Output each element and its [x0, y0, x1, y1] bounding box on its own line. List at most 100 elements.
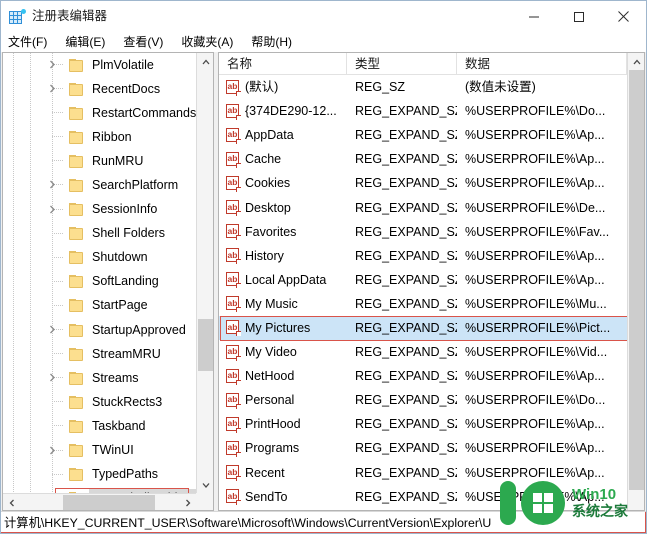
table-row[interactable]: SendTo REG_EXPAND_SZ %USERPROFILE%\Ap... [219, 485, 627, 509]
folder-icon [69, 58, 83, 72]
column-header-data[interactable]: 数据 [457, 53, 627, 74]
menu-file[interactable]: 文件(F) [8, 32, 56, 52]
table-row[interactable]: Start MenuREG_EXPAND_SZ%USERPROFILE%\Ap.… [219, 509, 627, 510]
window-controls [511, 1, 646, 32]
string-value-icon [226, 465, 241, 482]
value-type: REG_EXPAND_SZ [355, 152, 457, 167]
tree-item-recentdocs[interactable]: RecentDocs [3, 77, 197, 101]
tree-item-sessioninfo[interactable]: SessionInfo [3, 198, 197, 222]
value-data: %USERPROFILE%\Ap... [465, 248, 605, 263]
tree-horizontal-scrollbar[interactable] [3, 493, 196, 510]
value-name: My Video [245, 345, 297, 360]
value-data: %USERPROFILE%\Vid... [465, 345, 608, 360]
chevron-right-icon[interactable] [46, 323, 59, 336]
column-header-name[interactable]: 名称 [219, 53, 347, 74]
table-row[interactable]: {374DE290-12... REG_EXPAND_SZ %USERPROFILE… [219, 99, 627, 123]
value-name: NetHood [245, 369, 295, 384]
table-row[interactable]: Local AppData REG_EXPAND_SZ %USERPROFILE%\… [219, 268, 627, 292]
tree-item-startupapproved[interactable]: StartupApproved [3, 318, 197, 342]
chevron-right-icon[interactable] [46, 371, 59, 384]
table-row[interactable]: (默认) REG_SZ (数值未设置) [219, 75, 627, 99]
client-area: PlmVolatile RecentDocs RestartCommands Ribb… [1, 52, 646, 511]
tree-item-streammru[interactable]: StreamMRU [3, 342, 197, 366]
tree-vertical-scrollbar[interactable] [196, 53, 213, 493]
chevron-up-icon[interactable] [197, 53, 213, 70]
table-row[interactable]: Desktop REG_EXPAND_SZ %USERPROFILE%\De... [219, 195, 627, 219]
tree-item-label: Shell Folders [92, 226, 165, 241]
registry-path: 计算机\HKEY_CURRENT_USER\Software\Microsoft… [4, 515, 492, 530]
table-row[interactable]: AppData REG_EXPAND_SZ %USERPROFILE%\Ap... [219, 123, 627, 147]
tree-item-runmru[interactable]: RunMRU [3, 149, 197, 173]
menu-view[interactable]: 查看(V) [123, 32, 172, 52]
value-name: (默认) [245, 80, 279, 95]
tree-scroll-thumb[interactable] [198, 319, 213, 372]
string-value-icon [226, 200, 241, 217]
chevron-up-icon[interactable] [628, 53, 644, 70]
registry-values-pane: 名称 类型 数据 (默认) REG_SZ (数值未设置) {374DE290-12..… [218, 52, 645, 511]
table-row[interactable]: My Music REG_EXPAND_SZ %USERPROFILE%\Mu... [219, 292, 627, 316]
values-column-header: 名称 类型 数据 [219, 53, 644, 75]
tree-item-stuckrects3[interactable]: StuckRects3 [3, 390, 197, 414]
close-icon[interactable] [601, 1, 646, 32]
tree-item-shutdown[interactable]: Shutdown [3, 246, 197, 270]
table-row[interactable]: Cache REG_EXPAND_SZ %USERPROFILE%\Ap... [219, 147, 627, 171]
table-row[interactable]: My Video REG_EXPAND_SZ %USERPROFILE%\Vid..… [219, 340, 627, 364]
folder-icon [69, 227, 83, 241]
folder-icon [69, 82, 83, 96]
value-data: %USERPROFILE%\Ap... [465, 272, 605, 287]
value-name: PrintHood [245, 417, 301, 432]
string-value-icon [226, 392, 241, 409]
chevron-right-icon[interactable] [46, 203, 59, 216]
registry-tree-viewport[interactable]: PlmVolatile RecentDocs RestartCommands Ribb… [3, 53, 197, 495]
menu-favorites[interactable]: 收藏夹(A) [181, 32, 242, 52]
maximize-icon[interactable] [556, 1, 601, 32]
tree-item-ribbon[interactable]: Ribbon [3, 125, 197, 149]
column-header-type[interactable]: 类型 [347, 53, 457, 74]
table-row[interactable]: Cookies REG_EXPAND_SZ %USERPROFILE%\Ap... [219, 171, 627, 195]
table-row[interactable]: PrintHood REG_EXPAND_SZ %USERPROFILE%\Ap..… [219, 412, 627, 436]
chevron-right-icon[interactable] [46, 58, 59, 71]
tree-item-searchplatform[interactable]: SearchPlatform [3, 173, 197, 197]
table-row[interactable]: Personal REG_EXPAND_SZ %USERPROFILE%\Do... [219, 388, 627, 412]
tree-item-restartcommands[interactable]: RestartCommands [3, 101, 197, 125]
window-title: 注册表编辑器 [32, 9, 108, 23]
menu-edit[interactable]: 编辑(E) [65, 32, 114, 52]
menu-help[interactable]: 帮助(H) [251, 32, 301, 52]
chevron-right-icon[interactable] [46, 82, 59, 95]
value-data: %USERPROFILE%\Ap... [465, 441, 605, 456]
chevron-right-icon[interactable] [179, 494, 196, 510]
table-row[interactable]: My Pictures REG_EXPAND_SZ %USERPROFILE%\Pi… [219, 315, 627, 342]
tree-item-softlanding[interactable]: SoftLanding [3, 270, 197, 294]
menu-bar: 文件(F) 编辑(E) 查看(V) 收藏夹(A) 帮助(H) [1, 32, 646, 52]
value-type: REG_EXPAND_SZ [355, 369, 457, 384]
values-vertical-scrollbar[interactable] [627, 53, 644, 510]
chevron-down-icon[interactable] [197, 476, 213, 493]
tree-item-typedpaths[interactable]: TypedPaths [3, 463, 197, 487]
values-list[interactable]: (默认) REG_SZ (数值未设置) {374DE290-12... REG_EXPA… [219, 75, 627, 510]
tree-item-startpage[interactable]: StartPage [3, 294, 197, 318]
chevron-right-icon[interactable] [46, 444, 59, 457]
table-row[interactable]: Programs REG_EXPAND_SZ %USERPROFILE%\Ap... [219, 436, 627, 460]
registry-tree-pane: PlmVolatile RecentDocs RestartCommands Ribb… [2, 52, 214, 511]
value-type: REG_EXPAND_SZ [355, 345, 457, 360]
chevron-left-icon[interactable] [3, 494, 20, 510]
tree-item-twinui[interactable]: TWinUI [3, 439, 197, 463]
values-scroll-thumb[interactable] [629, 70, 644, 490]
folder-icon [69, 323, 83, 337]
tree-hscroll-thumb[interactable] [62, 495, 155, 510]
table-row[interactable]: Recent REG_EXPAND_SZ %USERPROFILE%\Ap... [219, 461, 627, 485]
table-row[interactable]: NetHood REG_EXPAND_SZ %USERPROFILE%\Ap... [219, 364, 627, 388]
string-value-icon [226, 344, 241, 361]
value-type: REG_EXPAND_SZ [355, 320, 457, 335]
table-row[interactable]: History REG_EXPAND_SZ %USERPROFILE%\Ap... [219, 244, 627, 268]
tree-item-shell-folders[interactable]: Shell Folders [3, 222, 197, 246]
minimize-icon[interactable] [511, 1, 556, 32]
tree-item-streams[interactable]: Streams [3, 366, 197, 390]
value-name: Local AppData [245, 272, 327, 287]
value-data: (数值未设置) [465, 80, 536, 95]
folder-icon [69, 275, 83, 289]
chevron-right-icon[interactable] [46, 178, 59, 191]
tree-item-plmvolatile[interactable]: PlmVolatile [3, 53, 197, 77]
table-row[interactable]: Favorites REG_EXPAND_SZ %USERPROFILE%\Fav.… [219, 220, 627, 244]
tree-item-taskband[interactable]: Taskband [3, 414, 197, 438]
